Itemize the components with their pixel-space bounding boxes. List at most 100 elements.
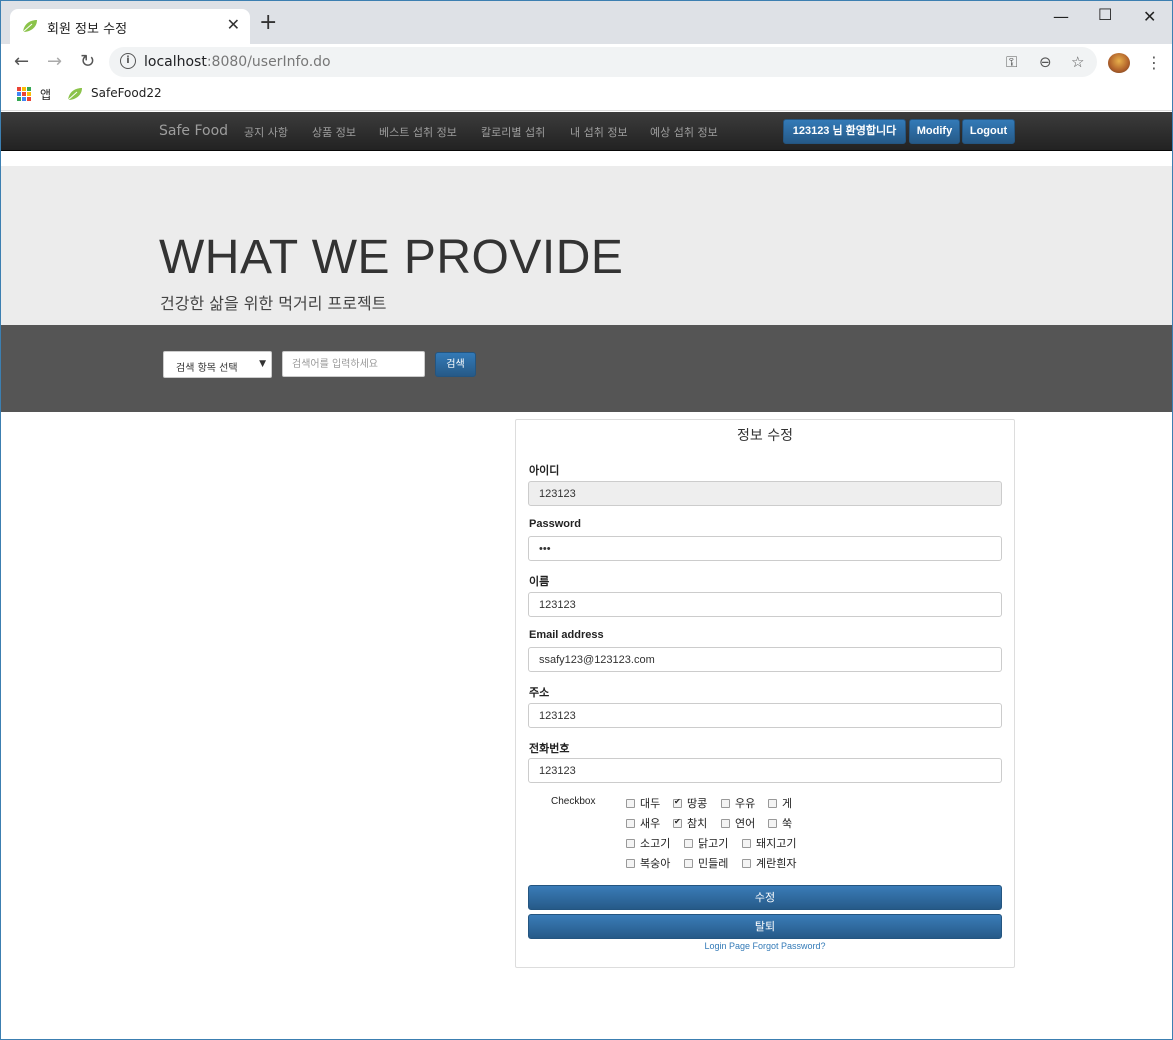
welcome-button[interactable]: 123123 님 환영합니다 xyxy=(783,119,906,144)
checkbox-label: 연어 xyxy=(735,817,756,830)
checkbox-peanut[interactable]: 땅콩 xyxy=(673,795,707,811)
checkbox-shrimp[interactable]: 새우 xyxy=(626,815,660,831)
back-icon[interactable]: ← xyxy=(14,51,29,72)
checkbox-box[interactable] xyxy=(626,838,635,848)
key-icon[interactable]: ⚿ xyxy=(1006,53,1017,71)
id-field[interactable] xyxy=(528,481,1002,506)
email-label: Email address xyxy=(529,629,604,641)
checkbox-box[interactable] xyxy=(768,818,777,828)
address-field[interactable] xyxy=(528,703,1002,728)
checkbox-group-label: Checkbox xyxy=(551,796,596,807)
search-input[interactable] xyxy=(282,351,425,377)
site-navbar: Safe Food 공지 사항 상품 정보 베스트 섭취 정보 칼로리별 섭취 … xyxy=(1,112,1172,151)
nav-link-expected[interactable]: 예상 섭취 정보 xyxy=(650,124,718,140)
checkbox-pork[interactable]: 돼지고기 xyxy=(742,835,796,851)
logout-button[interactable]: Logout xyxy=(962,119,1015,144)
checkbox-box[interactable] xyxy=(673,817,682,828)
profile-avatar[interactable] xyxy=(1108,53,1130,73)
submit-button[interactable]: 수정 xyxy=(528,885,1002,910)
spring-leaf-icon xyxy=(67,88,82,101)
checkbox-label: 계란흰자 xyxy=(756,857,797,870)
checkbox-chicken[interactable]: 닭고기 xyxy=(684,835,728,851)
browser-toolbar: ← → ↻ i localhost:8080/userInfo.do ⚿ ⊖ ☆… xyxy=(1,44,1172,80)
panel-title: 정보 수정 xyxy=(737,428,793,444)
checkbox-label: 대두 xyxy=(640,797,661,810)
edit-info-panel: 정보 수정 아이디 Password 이름 Email address 주소 전… xyxy=(515,419,1015,968)
nav-link-best[interactable]: 베스트 섭취 정보 xyxy=(379,124,457,140)
menu-icon[interactable]: ⋮ xyxy=(1146,53,1162,72)
info-icon[interactable]: i xyxy=(120,53,136,69)
checkbox-label: 새우 xyxy=(640,817,661,830)
checkbox-peach[interactable]: 복숭아 xyxy=(626,855,670,871)
checkbox-box[interactable] xyxy=(742,858,751,868)
checkbox-label: 소고기 xyxy=(640,837,671,850)
address-label: 주소 xyxy=(529,687,550,699)
checkbox-box[interactable] xyxy=(721,798,730,808)
checkbox-label: 닭고기 xyxy=(698,837,729,850)
checkbox-label: 복숭아 xyxy=(640,857,671,870)
checkbox-soybean[interactable]: 대두 xyxy=(626,795,660,811)
modify-button[interactable]: Modify xyxy=(909,119,960,144)
checkbox-salmon[interactable]: 연어 xyxy=(721,815,755,831)
address-bar[interactable]: i localhost:8080/userInfo.do ⚿ ⊖ ☆ xyxy=(109,47,1097,77)
nav-link-calorie[interactable]: 칼로리별 섭취 xyxy=(481,124,545,140)
email-field[interactable] xyxy=(528,647,1002,672)
checkbox-box[interactable] xyxy=(684,838,693,848)
checkbox-mugwort[interactable]: 쑥 xyxy=(768,815,792,831)
nav-link-products[interactable]: 상품 정보 xyxy=(312,124,356,140)
checkbox-tuna[interactable]: 참치 xyxy=(673,815,707,831)
checkbox-box[interactable] xyxy=(626,798,635,808)
checkbox-dandelion[interactable]: 민들레 xyxy=(684,855,728,871)
hero-section: WHAT WE PROVIDE 건강한 삶을 위한 먹거리 프로젝트 xyxy=(1,166,1172,325)
password-field[interactable] xyxy=(528,536,1002,561)
search-button[interactable]: 검색 xyxy=(435,352,476,377)
checkbox-label: 우유 xyxy=(735,797,756,810)
forward-icon[interactable]: → xyxy=(47,51,62,72)
checkbox-label: 돼지고기 xyxy=(756,837,797,850)
reload-icon[interactable]: ↻ xyxy=(80,51,95,72)
browser-tab[interactable]: 회원 정보 수정 ✕ xyxy=(10,9,250,44)
maximize-icon[interactable]: ☐ xyxy=(1098,5,1112,24)
search-category-select[interactable]: 검색 항목 선택 ▼ xyxy=(163,351,272,378)
bookmark-apps[interactable]: 앱 xyxy=(40,86,51,103)
checkbox-label: 땅콩 xyxy=(687,797,708,810)
search-section: 검색 항목 선택 ▼ 검색 xyxy=(1,325,1172,412)
checkbox-box[interactable] xyxy=(768,798,777,808)
checkbox-crab[interactable]: 게 xyxy=(768,795,792,811)
star-icon[interactable]: ☆ xyxy=(1071,53,1084,71)
checkbox-box[interactable] xyxy=(626,818,635,828)
hero-subtitle: 건강한 삶을 위한 먹거리 프로젝트 xyxy=(160,294,387,313)
checkbox-box[interactable] xyxy=(684,858,693,868)
new-tab-icon[interactable]: + xyxy=(259,12,277,34)
checkbox-label: 민들레 xyxy=(698,857,729,870)
checkbox-box[interactable] xyxy=(673,797,682,808)
browser-titlebar: 회원 정보 수정 ✕ + — ☐ ✕ xyxy=(1,1,1172,44)
id-label: 아이디 xyxy=(529,465,560,477)
checkbox-box[interactable] xyxy=(721,818,730,828)
login-forgot-links[interactable]: Login Page Forgot Password? xyxy=(516,941,1014,951)
nav-link-my-intake[interactable]: 내 섭취 정보 xyxy=(570,124,628,140)
search-category-value: 검색 항목 선택 xyxy=(176,363,238,374)
bookmark-safefood[interactable]: SafeFood22 xyxy=(91,86,162,100)
checkbox-label: 참치 xyxy=(687,817,708,830)
apps-icon[interactable] xyxy=(17,87,31,101)
minimize-icon[interactable]: — xyxy=(1053,7,1069,26)
checkbox-egg-white[interactable]: 계란흰자 xyxy=(742,855,796,871)
withdraw-button[interactable]: 탈퇴 xyxy=(528,914,1002,939)
bookmarks-bar: 앱 SafeFood22 xyxy=(1,80,1172,111)
checkbox-box[interactable] xyxy=(626,858,635,868)
checkbox-milk[interactable]: 우유 xyxy=(721,795,755,811)
zoom-icon[interactable]: ⊖ xyxy=(1039,53,1052,71)
name-field[interactable] xyxy=(528,592,1002,617)
checkbox-label: 쑥 xyxy=(782,817,793,830)
nav-link-notice[interactable]: 공지 사항 xyxy=(244,124,288,140)
spring-leaf-icon xyxy=(22,20,37,33)
window-close-icon[interactable]: ✕ xyxy=(1143,7,1156,26)
site-brand[interactable]: Safe Food xyxy=(159,123,228,139)
close-tab-icon[interactable]: ✕ xyxy=(227,15,240,34)
password-label: Password xyxy=(529,518,581,530)
checkbox-box[interactable] xyxy=(742,838,751,848)
tab-title: 회원 정보 수정 xyxy=(47,22,128,37)
phone-field[interactable] xyxy=(528,758,1002,783)
checkbox-beef[interactable]: 소고기 xyxy=(626,835,670,851)
